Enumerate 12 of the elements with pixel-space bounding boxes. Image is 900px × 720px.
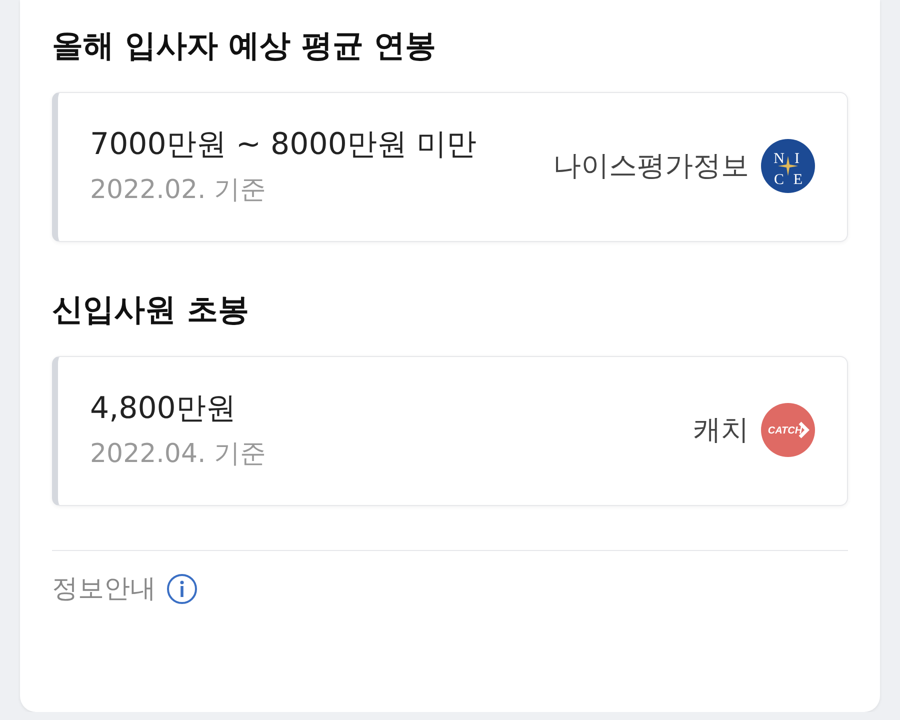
source-name: 나이스평가정보 (553, 148, 749, 184)
basis-date: 2022.02. 기준 (90, 174, 268, 207)
info-label: 정보안내 (52, 573, 156, 606)
salary-amount: 7000만원 ~ 8000만원 미만 (90, 126, 478, 164)
salary-amount: 4,800만원 (90, 390, 237, 428)
basis-date: 2022.04. 기준 (90, 438, 268, 471)
section-title: 올해 입사자 예상 평균 연봉 (52, 27, 438, 66)
nice-logo-icon: N I C E (761, 139, 815, 193)
section-title: 신입사원 초봉 (52, 291, 250, 330)
info-icon[interactable] (166, 572, 198, 604)
source-name: 캐치 (693, 412, 749, 448)
catch-logo-icon: CATCH (761, 403, 815, 457)
